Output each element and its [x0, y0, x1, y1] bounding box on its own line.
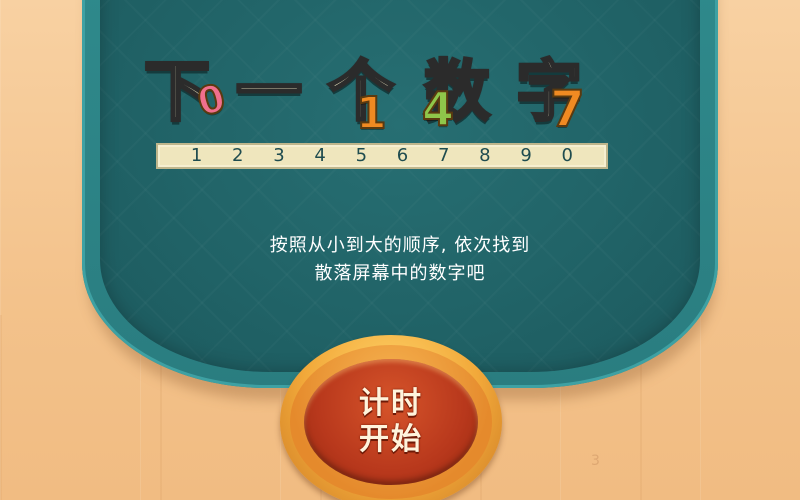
- strip-digit: 0: [561, 145, 573, 166]
- title-number-four: 4: [421, 81, 455, 137]
- button-label-line-1: 计时: [359, 386, 423, 421]
- title-number-one: 1: [355, 87, 388, 140]
- instruction-line-1: 按照从小到大的顺序, 依次找到: [269, 235, 531, 256]
- game-title: 下 一 个 数 字 0 1 4 7: [140, 52, 660, 142]
- strip-digit: 4: [314, 145, 326, 166]
- instruction-line-2: 散落屏幕中的数字吧: [314, 263, 486, 284]
- strip-digit: 3: [273, 145, 285, 166]
- strip-digit: 6: [396, 145, 409, 166]
- title-char-yi: 一: [235, 52, 304, 132]
- strip-digit: 7: [437, 145, 450, 166]
- start-timer-button[interactable]: 计时 开始: [280, 335, 502, 500]
- title-number-seven: 7: [549, 79, 586, 139]
- button-label-line-2: 开始: [359, 422, 423, 457]
- strip-digit: 2: [232, 145, 244, 166]
- strip-digit: 8: [479, 145, 491, 166]
- button-face: 计时 开始: [304, 359, 478, 485]
- instruction-text: 按照从小到大的顺序, 依次找到 散落屏幕中的数字吧: [150, 232, 650, 288]
- digit-strip: 1 2 3 4 5 6 7 8 9 0: [156, 143, 608, 169]
- strip-digit: 9: [520, 145, 532, 166]
- hidden-number[interactable]: 3: [591, 453, 600, 469]
- strip-digit: 1: [190, 145, 203, 166]
- strip-digit: 5: [355, 145, 368, 166]
